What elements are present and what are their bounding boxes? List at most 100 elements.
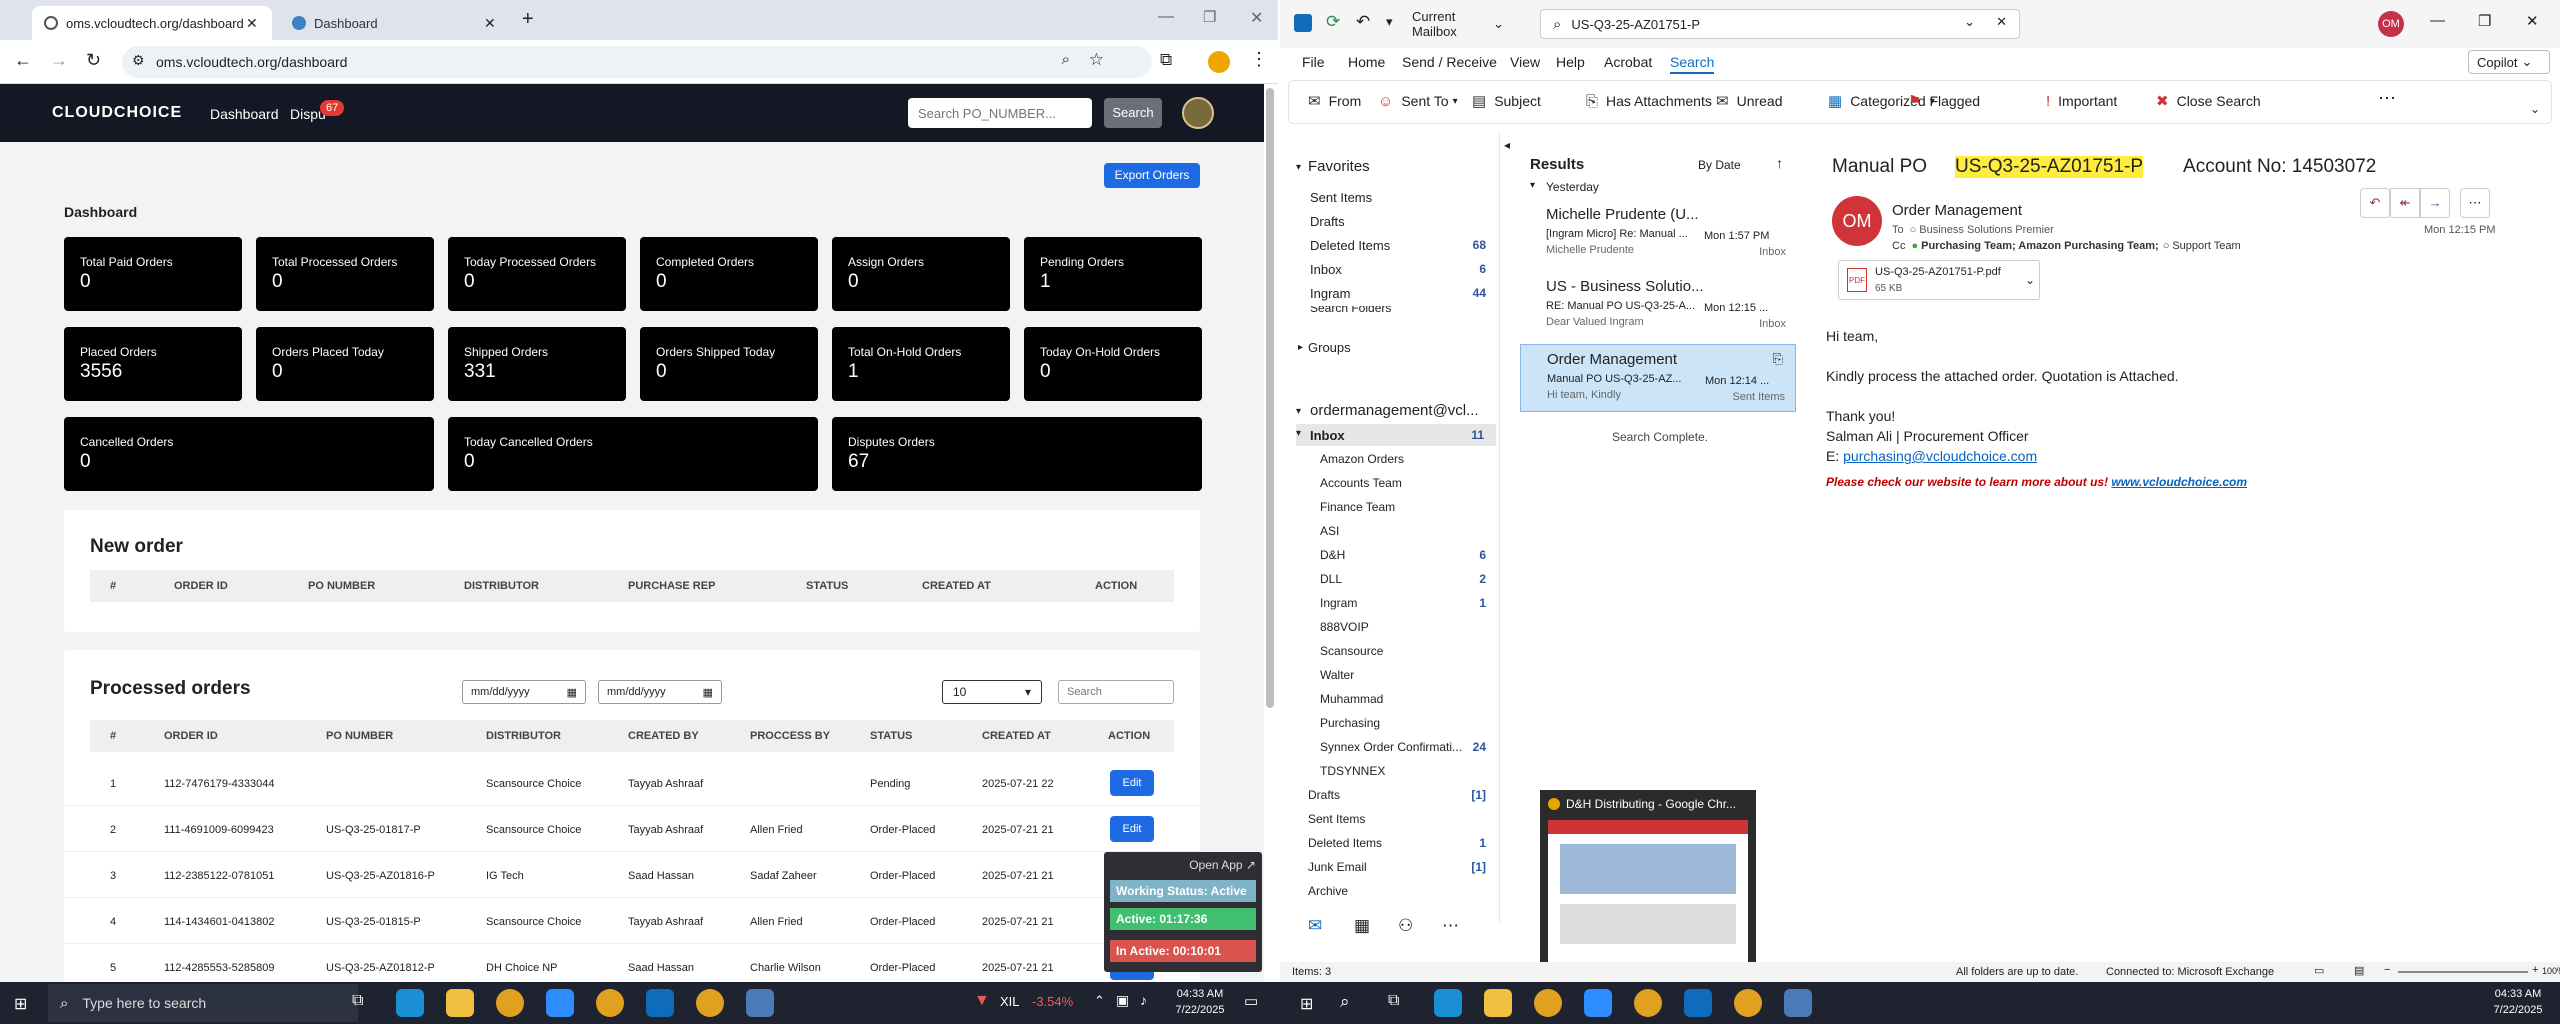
- menu-file[interactable]: File: [1302, 54, 1325, 70]
- nav-dashboard[interactable]: Dashboard: [210, 106, 279, 122]
- inbox-subfolder[interactable]: Finance Team: [1280, 496, 1500, 518]
- website-link[interactable]: www.vcloudchoice.com: [2111, 475, 2247, 489]
- task-view-icon[interactable]: ⧉: [352, 992, 363, 1010]
- new-tab-icon[interactable]: +: [522, 8, 534, 31]
- close-tab-icon[interactable]: ✕: [484, 15, 496, 32]
- normal-view-icon[interactable]: ▭: [2314, 964, 2324, 977]
- zoom-icon[interactable]: ⌕: [1062, 51, 1070, 68]
- more-ribbon-icon[interactable]: ⋯: [2378, 88, 2396, 109]
- zoom-app-icon[interactable]: [1584, 989, 1612, 1017]
- search-folders[interactable]: Search Folders: [1310, 306, 1391, 315]
- minimize-icon[interactable]: —: [1158, 8, 1174, 26]
- app-icon[interactable]: [746, 989, 774, 1017]
- mail-icon[interactable]: ✉: [1308, 916, 1322, 936]
- more-apps-icon[interactable]: ⋯: [1442, 916, 1459, 936]
- search-options-icon[interactable]: ⌄: [1964, 14, 1975, 30]
- maximize-icon[interactable]: ❐: [2478, 12, 2491, 30]
- unread-filter[interactable]: ✉ Unread: [1716, 86, 1783, 116]
- clock-right[interactable]: 04:33 AM 7/22/2025: [2488, 986, 2548, 1018]
- date-from-input[interactable]: mm/dd/yyyy ▦: [462, 680, 586, 704]
- stat-card[interactable]: Disputes Orders 67: [832, 417, 1202, 491]
- edit-button[interactable]: Edit: [1110, 770, 1154, 796]
- calendar-icon[interactable]: ▦: [567, 686, 577, 699]
- edit-button[interactable]: Edit: [1110, 816, 1154, 842]
- date-to-input[interactable]: mm/dd/yyyy ▦: [598, 680, 722, 704]
- menu-acrobat[interactable]: Acrobat: [1604, 54, 1652, 70]
- collapse-pane-icon[interactable]: ◂: [1504, 138, 1510, 152]
- account-avatar[interactable]: OM: [2378, 11, 2404, 37]
- notifications-icon[interactable]: ▭: [1244, 992, 1258, 1010]
- inbox-subfolder[interactable]: Ingram 1: [1280, 592, 1500, 614]
- stock-ticker[interactable]: XIL: [1000, 994, 1020, 1009]
- copilot-button[interactable]: Copilot ⌄: [2468, 50, 2550, 74]
- mailbox-folder[interactable]: Drafts [1]: [1280, 784, 1500, 806]
- sort-direction-icon[interactable]: ↑: [1776, 155, 1783, 171]
- inbox-subfolder[interactable]: Muhammad: [1280, 688, 1500, 710]
- subject-filter[interactable]: ▤ Subject: [1472, 86, 1541, 116]
- group-chevron-icon[interactable]: ▾: [1530, 180, 1535, 191]
- stat-card[interactable]: Today Cancelled Orders 0: [448, 417, 818, 491]
- chrome-icon[interactable]: [496, 989, 524, 1017]
- sent-to-filter[interactable]: ☺ Sent To ▾: [1378, 86, 1458, 116]
- stat-card[interactable]: Total On-Hold Orders 1: [832, 327, 1010, 401]
- account-chevron-icon[interactable]: ▾: [1296, 406, 1301, 417]
- inbox-subfolder[interactable]: Walter: [1280, 664, 1500, 686]
- stat-card[interactable]: Assign Orders 0: [832, 237, 1010, 311]
- po-search-button[interactable]: Search: [1104, 98, 1162, 128]
- file-explorer-icon[interactable]: [446, 989, 474, 1017]
- reload-icon[interactable]: ↻: [86, 50, 101, 71]
- inbox-subfolder[interactable]: Synnex Order Confirmati... 24: [1280, 736, 1500, 758]
- volume-icon[interactable]: ♪: [1140, 992, 1147, 1008]
- close-tab-icon[interactable]: ✕: [246, 15, 258, 32]
- bookmark-star-icon[interactable]: ☆: [1089, 50, 1104, 70]
- important-filter[interactable]: ! Important: [2046, 86, 2117, 116]
- file-explorer-icon[interactable]: [1484, 989, 1512, 1017]
- export-orders-button[interactable]: Export Orders: [1104, 163, 1200, 188]
- stat-card[interactable]: Pending Orders 1: [1024, 237, 1202, 311]
- site-info-icon[interactable]: ⚙: [132, 52, 145, 69]
- to-recipient[interactable]: Business Solutions Premier: [1919, 224, 2054, 236]
- forward-icon[interactable]: →: [2420, 188, 2450, 218]
- mailbox-scope-dropdown[interactable]: Current Mailbox ⌄: [1404, 9, 1504, 39]
- page-scrollbar[interactable]: [1266, 88, 1274, 708]
- zoom-in-icon[interactable]: +: [2532, 964, 2538, 976]
- favorite-folder[interactable]: Ingram 44: [1280, 282, 1500, 304]
- stat-card[interactable]: Total Paid Orders 0: [64, 237, 242, 311]
- stat-card[interactable]: Cancelled Orders 0: [64, 417, 434, 491]
- tray-chevron-icon[interactable]: ⌃: [1094, 993, 1105, 1009]
- inbox-subfolder[interactable]: Amazon Orders: [1280, 448, 1500, 470]
- undo-icon[interactable]: ↶: [1356, 12, 1370, 32]
- qat-dropdown-icon[interactable]: ▾: [1386, 14, 1393, 30]
- reply-icon[interactable]: ↶: [2360, 188, 2390, 218]
- po-search-input[interactable]: [908, 98, 1092, 128]
- tab-oms-dashboard[interactable]: oms.vcloudtech.org/dashboard ✕: [32, 6, 272, 40]
- inbox-subfolder[interactable]: Accounts Team: [1280, 472, 1500, 494]
- calendar-icon[interactable]: ▦: [703, 686, 713, 699]
- flagged-filter[interactable]: ⚑ Flagged: [1908, 86, 1980, 116]
- back-icon[interactable]: ←: [14, 50, 32, 71]
- edge-icon[interactable]: [396, 989, 424, 1017]
- table-search-input[interactable]: [1058, 680, 1174, 704]
- menu-dots-icon[interactable]: ⋮: [1250, 49, 1268, 70]
- inbox-chevron-icon[interactable]: ▾: [1296, 428, 1301, 439]
- stat-card[interactable]: Completed Orders 0: [640, 237, 818, 311]
- task-view-icon[interactable]: ⧉: [1388, 992, 1399, 1010]
- menu-help[interactable]: Help: [1556, 54, 1585, 70]
- favorites-chevron-icon[interactable]: ▾: [1296, 162, 1301, 173]
- mailbox-folder[interactable]: Deleted Items 1: [1280, 832, 1500, 854]
- app-icon[interactable]: [1784, 989, 1812, 1017]
- zoom-out-icon[interactable]: −: [2384, 964, 2390, 976]
- attachment-menu-icon[interactable]: ⌄: [2025, 273, 2035, 287]
- result-item[interactable]: US - Business Solutio... RE: Manual PO US…: [1520, 272, 1796, 340]
- inbox-subfolder[interactable]: D&H 6: [1280, 544, 1500, 566]
- address-bar[interactable]: ⚙ oms.vcloudtech.org/dashboard ⌕ ☆: [122, 46, 1152, 78]
- more-actions-icon[interactable]: ⋯: [2460, 188, 2490, 218]
- reply-all-icon[interactable]: ↞: [2390, 188, 2420, 218]
- tab-dashboard[interactable]: Dashboard ✕: [280, 6, 510, 40]
- outlook-icon[interactable]: [646, 989, 674, 1017]
- account-header[interactable]: ordermanagement@vcl...: [1310, 402, 1479, 419]
- outlook-search-box[interactable]: ⌕ US-Q3-25-AZ01751-P ⌄ ✕: [1540, 9, 2020, 39]
- outlook-icon[interactable]: [1684, 989, 1712, 1017]
- minimize-icon[interactable]: —: [2430, 12, 2445, 29]
- collapse-ribbon-icon[interactable]: ⌄: [2530, 102, 2540, 116]
